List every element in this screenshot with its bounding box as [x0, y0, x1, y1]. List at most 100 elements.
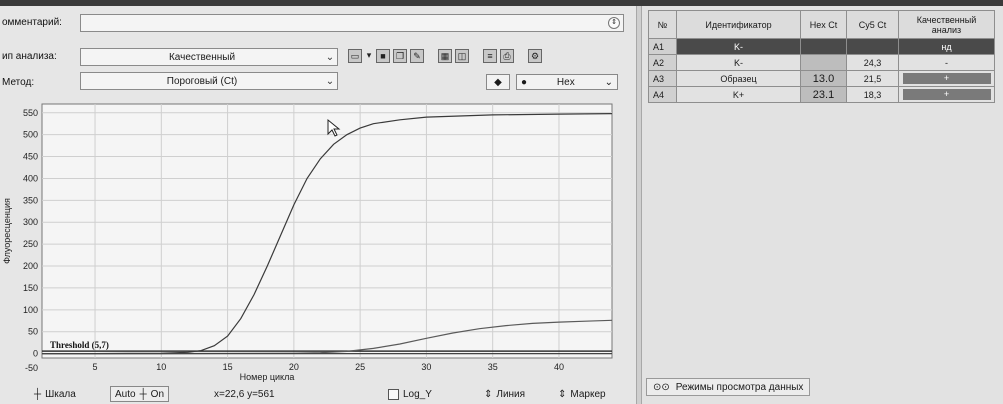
updown-icon: ⇕: [558, 388, 567, 400]
row-number: A2: [648, 54, 677, 71]
y-tick-label: 200: [23, 261, 38, 271]
y-tick-label: 50: [28, 327, 38, 337]
row-qualitative: -: [898, 54, 995, 71]
x-tick-label: 25: [355, 362, 365, 372]
row-identifier: K+: [676, 86, 801, 103]
table-row[interactable]: A4 K+ 23.1 18,3 +: [648, 86, 995, 103]
table-row[interactable]: A1 K- нд: [648, 38, 995, 55]
y-tick-label: 150: [23, 283, 38, 293]
scale-control[interactable]: ┼ Шкала: [34, 386, 76, 402]
auto-label: Auto: [115, 388, 136, 400]
settings-icon[interactable]: ⚙: [528, 49, 542, 63]
comment-field[interactable]: ⇕: [80, 14, 624, 32]
method-select[interactable]: Пороговый (Ct) ⌄: [80, 72, 338, 90]
x-axis-label: Номер цикла: [240, 372, 295, 382]
x-tick-label: 15: [223, 362, 233, 372]
row-number: A4: [648, 86, 677, 103]
results-table: № Идентификатор Hex Ct Cy5 Ct Качественн…: [648, 10, 995, 103]
x-tick-label: 5: [93, 362, 98, 372]
log-y-toggle[interactable]: Log_Y: [388, 386, 432, 402]
line-control[interactable]: ⇕ Линия: [484, 386, 525, 402]
layout-icon[interactable]: ◫: [455, 49, 469, 63]
add-point-button[interactable]: ◆: [486, 74, 510, 90]
method-value: Пороговый (Ct): [166, 75, 238, 87]
result-badge: +: [902, 89, 991, 100]
toolbar: ▭ ▾ ■ ❐ ✎ ▦ ◫ ≡ ⎙ ⚙: [348, 48, 542, 64]
y-tick-label: 250: [23, 239, 38, 249]
column-header-number[interactable]: №: [648, 10, 677, 39]
analysis-type-value: Качественный: [168, 51, 236, 63]
y-tick-label: 550: [23, 108, 38, 118]
y-tick-label: 100: [23, 305, 38, 315]
row-hex-ct: 23.1: [800, 86, 847, 103]
column-header-qualitative[interactable]: Качественный анализ: [898, 10, 995, 39]
channel-dot-icon: ●: [521, 76, 528, 88]
x-tick-label: 20: [289, 362, 299, 372]
edit-icon[interactable]: ✎: [410, 49, 424, 63]
line-label: Линия: [496, 388, 526, 400]
row-qualitative: +: [898, 86, 995, 103]
point-icon: ◆: [494, 76, 502, 88]
chart-controls-bar: ┼ Шкала Auto ┼ On x=22,6 y=561 Log_Y ⇕ Л…: [0, 382, 636, 404]
row-number: A1: [648, 38, 677, 55]
results-panel: № Идентификатор Hex Ct Cy5 Ct Качественн…: [642, 6, 1003, 404]
cursor-coordinates: x=22,6 y=561: [214, 388, 275, 400]
on-label: On: [150, 388, 165, 400]
row-identifier: K-: [676, 38, 801, 55]
amplification-chart[interactable]: 5 10 15 20 25 30 35 40 -50 0 50 100 150 200 250 300 350 4…: [0, 96, 636, 386]
row-cy5-ct: 24,3: [846, 54, 899, 71]
print-icon[interactable]: ⎙: [500, 49, 514, 63]
copy-icon[interactable]: ❐: [393, 49, 407, 63]
analysis-panel: омментарий: ⇕ ип анализа: Качественный ⌄…: [0, 6, 636, 404]
y-axis-label: Флуоресценция: [2, 198, 12, 264]
log-y-label: Log_Y: [403, 388, 432, 400]
x-tick-label: 40: [554, 362, 564, 372]
row-hex-ct: [800, 38, 847, 55]
channel-value: Hex: [556, 76, 575, 88]
chevron-down-icon: ⌄: [604, 76, 613, 88]
result-badge: +: [902, 73, 991, 84]
analysis-type-label: ип анализа:: [2, 51, 57, 62]
row-qualitative: +: [898, 70, 995, 87]
spinner-icon[interactable]: ⇕: [608, 17, 620, 29]
crosshair-icon: ┼: [139, 388, 147, 400]
column-header-identifier[interactable]: Идентификатор: [676, 10, 801, 39]
row-identifier: K-: [676, 54, 801, 71]
threshold-label: Threshold (5,7): [50, 340, 109, 350]
chevron-down-icon: ⌄: [325, 75, 335, 87]
row-qualitative: нд: [898, 38, 995, 55]
auto-scale-button[interactable]: Auto ┼ On: [110, 386, 170, 402]
x-tick-label: 35: [488, 362, 498, 372]
analysis-type-select[interactable]: Качественный ⌄: [80, 48, 338, 66]
y-tick-label: 300: [23, 217, 38, 227]
y-tick-label: 0: [33, 349, 38, 359]
updown-icon: ⇕: [484, 388, 493, 400]
row-number: A3: [648, 70, 677, 87]
x-tick-label: 30: [421, 362, 431, 372]
method-label: Метод:: [2, 77, 35, 88]
chevron-down-icon: ⌄: [325, 51, 335, 63]
y-tick-label: 350: [23, 195, 38, 205]
x-tick-label: 10: [156, 362, 166, 372]
row-identifier: Образец: [676, 70, 801, 87]
open-folder-icon[interactable]: ▭: [348, 49, 362, 63]
plot-area[interactable]: [41, 103, 613, 359]
table-row[interactable]: A3 Образец 13.0 21,5 +: [648, 70, 995, 87]
bottom-view-modes[interactable]: ⊙⊙ Режимы просмотра данных: [646, 378, 811, 396]
y-tick-label: 500: [23, 130, 38, 140]
table-row[interactable]: A2 K- 24,3 -: [648, 54, 995, 71]
grid-icon[interactable]: ▦: [438, 49, 452, 63]
dropdown-arrow-icon[interactable]: ▾: [365, 49, 373, 63]
marker-control[interactable]: ⇕ Маркер: [558, 386, 606, 402]
log-y-checkbox[interactable]: [388, 388, 399, 400]
channel-select[interactable]: ● Hex ⌄: [516, 74, 618, 90]
row-hex-ct: 13.0: [800, 70, 847, 87]
column-header-cy5-ct[interactable]: Cy5 Ct: [846, 10, 899, 39]
column-header-hex-ct[interactable]: Hex Ct: [800, 10, 847, 39]
view-modes-label: Режимы просмотра данных: [675, 381, 804, 393]
save-icon[interactable]: ■: [376, 49, 390, 63]
row-cy5-ct: 18,3: [846, 86, 899, 103]
binoculars-icon: ⊙⊙: [653, 381, 670, 393]
marker-label: Маркер: [570, 388, 606, 400]
sort-icon[interactable]: ≡: [483, 49, 497, 63]
